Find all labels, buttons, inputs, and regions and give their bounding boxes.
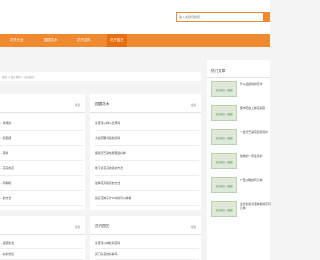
list-item[interactable]: 栽红花种子什么时候可以种植 bbox=[95, 191, 199, 206]
article-thumbnail[interactable]: 花卉园艺一鉴图 bbox=[211, 201, 237, 217]
divider bbox=[0, 112, 85, 113]
divider bbox=[207, 77, 270, 78]
panel-title: 热门文章 bbox=[211, 69, 226, 73]
nav-item-horticulture[interactable]: 花卉园艺 bbox=[107, 34, 127, 47]
more-link[interactable]: 更多 bbox=[191, 103, 196, 107]
more-link[interactable]: 更多 bbox=[75, 103, 80, 107]
panel-left-bottom: 更多 …蛋疾防治 …好的长处 bbox=[0, 216, 85, 260]
breadcrumb[interactable]: 首页 > 花卉百科 > 花卉园艺 bbox=[2, 75, 34, 79]
nav-item-flower-wiki[interactable]: 花卉百科 bbox=[77, 34, 91, 47]
panel-left-top: 更多 …学成的 …和延期 …苗料 …花卉的花 …何种植 …的方式 bbox=[0, 94, 85, 210]
panel-hot-articles: 热门文章 花卉园艺一鉴图 什么品质的鲜花作 花卉园艺一鉴图 都市阳台上种花指南 … bbox=[207, 60, 272, 260]
list-item[interactable]: 地下室花卉的养护方法 bbox=[95, 161, 199, 176]
panel-title: 园圃花木 bbox=[95, 102, 110, 106]
more-link[interactable]: 更多 bbox=[191, 225, 196, 229]
search-box[interactable] bbox=[176, 12, 264, 22]
list-item[interactable]: …和延期 bbox=[0, 131, 83, 146]
nav-item-garden-plants[interactable]: 园圃花木 bbox=[44, 34, 58, 47]
more-link[interactable]: 更多 bbox=[75, 225, 80, 229]
hot-article-item[interactable]: 花卉园艺一鉴图 什么品质的鲜花作 bbox=[211, 80, 269, 100]
article-thumbnail[interactable]: 花卉园艺一鉴图 bbox=[211, 177, 237, 193]
search-button[interactable] bbox=[264, 12, 270, 22]
list-item[interactable]: 都说天竺葵在哪里最好种 bbox=[95, 146, 199, 161]
article-title[interactable]: 一盆天竺葵花如何养护 bbox=[240, 130, 272, 134]
article-list: …蛋疾防治 …好的长处 bbox=[0, 238, 83, 260]
article-title[interactable]: 都市阳台上种花指南 bbox=[240, 106, 272, 110]
list-item[interactable]: 家里可以种杜鹃花吗 bbox=[95, 238, 199, 249]
article-title[interactable]: 植物的一年生养护 bbox=[240, 154, 272, 158]
main-nav: 花卉大全 园圃花木 花卉百科 花卉园艺 bbox=[0, 34, 270, 47]
search-input[interactable] bbox=[177, 13, 263, 21]
article-thumbnail[interactable]: 花卉园艺一鉴图 bbox=[211, 129, 237, 145]
hot-article-item[interactable]: 花卉园艺一鉴图 都市阳台上种花指南 bbox=[211, 104, 269, 124]
list-item[interactable]: 家里可以种火龙果吗 bbox=[95, 116, 199, 131]
article-list: 家里可以种火龙果吗 大战河蟹养殖前途吗 都说天竺葵在哪里最好种 地下室花卉的养护… bbox=[95, 116, 199, 206]
article-list: 家里可以种杜鹃花吗 买门头花的好看吗 bbox=[95, 238, 199, 260]
article-title[interactable]: 适合的营养液种植的花有几种 bbox=[240, 202, 272, 210]
article-title[interactable]: 广西沙糖桔有几种 bbox=[240, 178, 272, 182]
list-item[interactable]: 盆种花卉施药的方法 bbox=[95, 176, 199, 191]
list-item[interactable]: …何种植 bbox=[0, 176, 83, 191]
hot-article-item[interactable]: 花卉园艺一鉴图 一盆天竺葵花如何养护 bbox=[211, 128, 269, 148]
panel-horticulture: 花卉园艺 更多 家里可以种杜鹃花吗 买门头花的好看吗 bbox=[90, 216, 201, 260]
list-item[interactable]: …苗料 bbox=[0, 146, 83, 161]
list-item[interactable]: …的方式 bbox=[0, 191, 83, 206]
article-list: …学成的 …和延期 …苗料 …花卉的花 …何种植 …的方式 bbox=[0, 116, 83, 206]
panel-garden-plants: 园圃花木 更多 家里可以种火龙果吗 大战河蟹养殖前途吗 都说天竺葵在哪里最好种 … bbox=[90, 94, 201, 210]
hot-article-item[interactable]: 花卉园艺一鉴图 植物的一年生养护 bbox=[211, 152, 269, 172]
hot-article-item[interactable]: 花卉园艺一鉴图 广西沙糖桔有几种 bbox=[211, 176, 269, 196]
breadcrumb-bar: 首页 > 花卉百科 > 花卉园艺 bbox=[0, 72, 201, 81]
article-title[interactable]: 什么品质的鲜花作 bbox=[240, 82, 272, 86]
list-item[interactable]: …蛋疾防治 bbox=[0, 238, 83, 249]
panel-title: 花卉园艺 bbox=[95, 224, 110, 228]
list-item[interactable]: …花卉的花 bbox=[0, 161, 83, 176]
list-item[interactable]: …学成的 bbox=[0, 116, 83, 131]
divider bbox=[90, 112, 201, 113]
divider bbox=[0, 234, 85, 235]
list-item[interactable]: 买门头花的好看吗 bbox=[95, 249, 199, 260]
site-header bbox=[0, 0, 270, 34]
nav-item-flower-encyclopedia[interactable]: 花卉大全 bbox=[10, 34, 24, 47]
hot-article-item[interactable]: 花卉园艺一鉴图 适合的营养液种植的花有几种 bbox=[211, 200, 272, 220]
list-item[interactable]: …好的长处 bbox=[0, 249, 83, 260]
article-thumbnail[interactable]: 花卉园艺一鉴图 bbox=[211, 153, 237, 169]
list-item[interactable]: 大战河蟹养殖前途吗 bbox=[95, 131, 199, 146]
article-thumbnail[interactable]: 花卉园艺一鉴图 bbox=[211, 105, 237, 121]
divider bbox=[90, 234, 201, 235]
article-thumbnail[interactable]: 花卉园艺一鉴图 bbox=[211, 81, 237, 97]
